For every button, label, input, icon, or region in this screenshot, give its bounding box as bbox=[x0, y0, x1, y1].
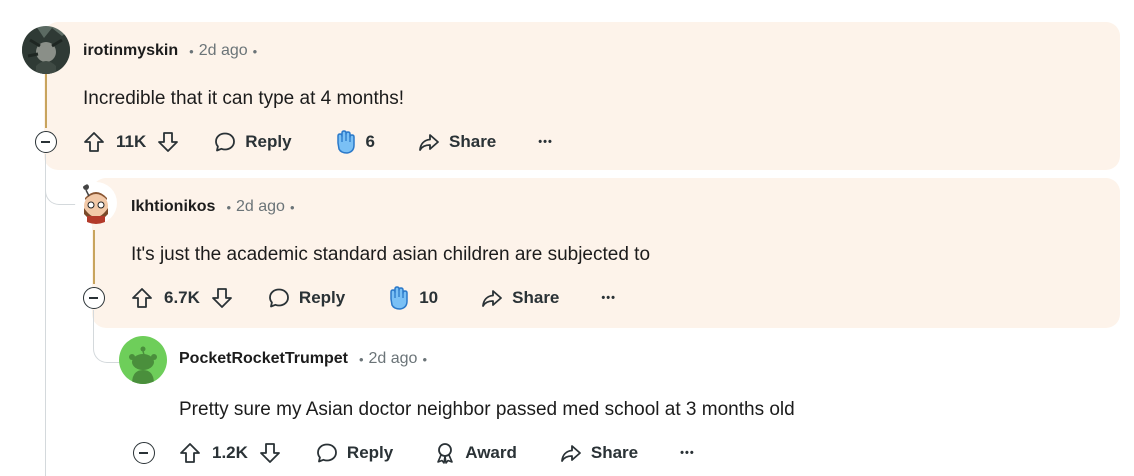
upvote-button[interactable] bbox=[82, 130, 106, 154]
meta-separator: • bbox=[226, 199, 232, 215]
downvote-arrow-icon bbox=[212, 288, 232, 308]
share-arrow-icon bbox=[419, 134, 439, 151]
share-arrow-icon bbox=[560, 445, 581, 462]
comment-body: Incredible that it can type at 4 months! bbox=[83, 88, 405, 109]
comment-body: It's just the academic standard asian ch… bbox=[131, 244, 651, 265]
meta-separator: • bbox=[422, 351, 427, 367]
comment-2-meta: Ikhtionikos • 2d ago • bbox=[131, 198, 300, 216]
upvote-arrow-icon bbox=[180, 443, 200, 463]
thread-connector-2 bbox=[45, 170, 76, 205]
reply-button[interactable]: Reply bbox=[267, 286, 345, 310]
more-options-icon: ••• bbox=[601, 292, 616, 304]
comment-author[interactable]: PocketRocketTrumpet bbox=[179, 350, 348, 368]
more-options-button[interactable]: ••• bbox=[680, 447, 695, 459]
thread-line-1-cont[interactable] bbox=[45, 154, 46, 476]
collapse-thread-button[interactable] bbox=[83, 287, 105, 309]
collapse-thread-button[interactable] bbox=[133, 442, 155, 464]
share-button[interactable]: Share bbox=[417, 130, 496, 154]
downvote-arrow-icon bbox=[260, 443, 280, 463]
clapping-hands-icon bbox=[390, 286, 408, 310]
award-count: 6 bbox=[365, 132, 376, 151]
reply-label: Reply bbox=[298, 288, 346, 307]
comment-body: Pretty sure my Asian doctor neighbor pas… bbox=[179, 399, 795, 420]
more-options-icon: ••• bbox=[538, 136, 553, 148]
share-label: Share bbox=[449, 132, 497, 151]
avatar-ikhtionikos[interactable] bbox=[75, 182, 117, 224]
thread-line-2[interactable] bbox=[93, 230, 95, 284]
upvote-arrow-icon bbox=[132, 288, 152, 308]
meta-separator: • bbox=[252, 43, 258, 59]
meta-separator: • bbox=[358, 351, 364, 367]
share-label: Share bbox=[512, 288, 560, 307]
more-options-button[interactable]: ••• bbox=[601, 292, 616, 304]
comment-3-actions: 1.2K Reply Award Share ••• bbox=[178, 435, 695, 471]
comment-3-meta: PocketRocketTrumpet • 2d ago • bbox=[179, 350, 432, 368]
share-label: Share bbox=[590, 443, 639, 462]
award-count: 10 bbox=[419, 288, 439, 307]
meta-separator: • bbox=[289, 199, 295, 215]
downvote-arrow-icon bbox=[158, 132, 179, 152]
speech-bubble-icon bbox=[317, 443, 337, 463]
speech-bubble-icon bbox=[269, 288, 289, 308]
meta-separator: • bbox=[189, 43, 194, 59]
award-button[interactable]: 6 bbox=[332, 129, 375, 155]
share-button[interactable]: Share bbox=[559, 441, 638, 465]
avatar-pocketrockettrumpet[interactable] bbox=[119, 336, 167, 384]
avatar-irotinmyskin[interactable] bbox=[22, 26, 70, 74]
share-arrow-icon bbox=[482, 290, 503, 307]
more-options-icon: ••• bbox=[680, 447, 695, 459]
comment-author[interactable]: irotinmyskin bbox=[83, 42, 178, 60]
thread-connector-3 bbox=[93, 328, 122, 363]
vote-count: 1.2K bbox=[212, 443, 248, 462]
award-ribbon-icon bbox=[437, 443, 454, 464]
vote-count: 6.7K bbox=[164, 288, 200, 307]
comment-timestamp[interactable]: 2d ago bbox=[236, 198, 285, 216]
comment-2-actions: 6.7K Reply 10 Share ••• bbox=[130, 280, 616, 316]
downvote-button[interactable] bbox=[156, 130, 180, 154]
upvote-button[interactable] bbox=[178, 441, 202, 465]
comment-1-meta: irotinmyskin • 2d ago • bbox=[83, 42, 262, 60]
comment-author[interactable]: Ikhtionikos bbox=[131, 198, 215, 216]
upvote-button[interactable] bbox=[130, 286, 154, 310]
reply-label: Reply bbox=[346, 443, 394, 462]
reply-button[interactable]: Reply bbox=[213, 130, 292, 154]
award-button[interactable]: 10 bbox=[385, 285, 438, 311]
comment-1-actions: 11K Reply 6 Share ••• bbox=[82, 124, 553, 160]
thread-line-1[interactable] bbox=[45, 74, 47, 128]
more-options-button[interactable]: ••• bbox=[538, 136, 553, 148]
downvote-button[interactable] bbox=[258, 441, 282, 465]
comment-timestamp[interactable]: 2d ago bbox=[369, 350, 418, 368]
collapse-thread-button[interactable] bbox=[35, 131, 57, 153]
vote-count: 11K bbox=[116, 132, 147, 151]
reply-label: Reply bbox=[245, 132, 292, 151]
award-button[interactable]: Award bbox=[433, 441, 517, 465]
comment-timestamp[interactable]: 2d ago bbox=[199, 42, 248, 60]
speech-bubble-icon bbox=[215, 132, 236, 152]
thread-line-2-cont[interactable] bbox=[93, 310, 94, 330]
reply-button[interactable]: Reply bbox=[315, 441, 393, 465]
upvote-arrow-icon bbox=[84, 132, 104, 152]
downvote-button[interactable] bbox=[210, 286, 234, 310]
share-button[interactable]: Share bbox=[480, 286, 559, 310]
award-label: Award bbox=[465, 443, 517, 462]
clapping-hands-icon bbox=[336, 130, 355, 154]
